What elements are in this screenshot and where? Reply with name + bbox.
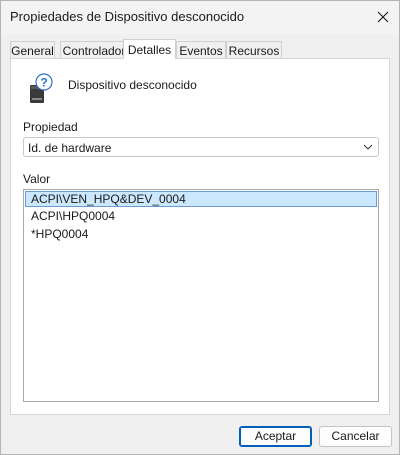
close-button[interactable] bbox=[367, 1, 399, 33]
unknown-device-icon: ? bbox=[30, 73, 53, 103]
tab-controlador[interactable]: Controlador bbox=[60, 41, 128, 58]
svg-text:?: ? bbox=[40, 76, 47, 90]
device-name: Dispositivo desconocido bbox=[68, 78, 197, 92]
property-dropdown[interactable]: Id. de hardware bbox=[23, 137, 379, 157]
tab-recursos[interactable]: Recursos bbox=[226, 41, 282, 58]
chevron-down-icon bbox=[363, 144, 373, 150]
property-label: Propiedad bbox=[23, 120, 78, 134]
list-item[interactable]: *HPQ0004 bbox=[25, 227, 377, 243]
details-panel: ? Dispositivo desconocido Propiedad Id. … bbox=[10, 58, 390, 415]
window-title: Propiedades de Dispositivo desconocido bbox=[10, 9, 245, 24]
value-listbox[interactable]: ACPI\VEN_HPQ&DEV_0004 ACPI\HPQ0004 *HPQ0… bbox=[23, 189, 379, 402]
title-bar[interactable]: Propiedades de Dispositivo desconocido bbox=[1, 1, 399, 34]
value-label: Valor bbox=[23, 172, 51, 186]
property-dropdown-value: Id. de hardware bbox=[28, 141, 112, 155]
accept-button[interactable]: Aceptar bbox=[239, 426, 312, 447]
close-icon bbox=[377, 11, 389, 23]
tab-detalles[interactable]: Detalles bbox=[123, 39, 176, 59]
tab-general[interactable]: General bbox=[10, 41, 55, 58]
properties-dialog: Propiedades de Dispositivo desconocido G… bbox=[0, 0, 400, 455]
tab-eventos[interactable]: Eventos bbox=[176, 41, 226, 58]
cancel-button[interactable]: Cancelar bbox=[319, 426, 392, 447]
list-item[interactable]: ACPI\VEN_HPQ&DEV_0004 bbox=[25, 191, 377, 207]
list-item[interactable]: ACPI\HPQ0004 bbox=[25, 209, 377, 225]
